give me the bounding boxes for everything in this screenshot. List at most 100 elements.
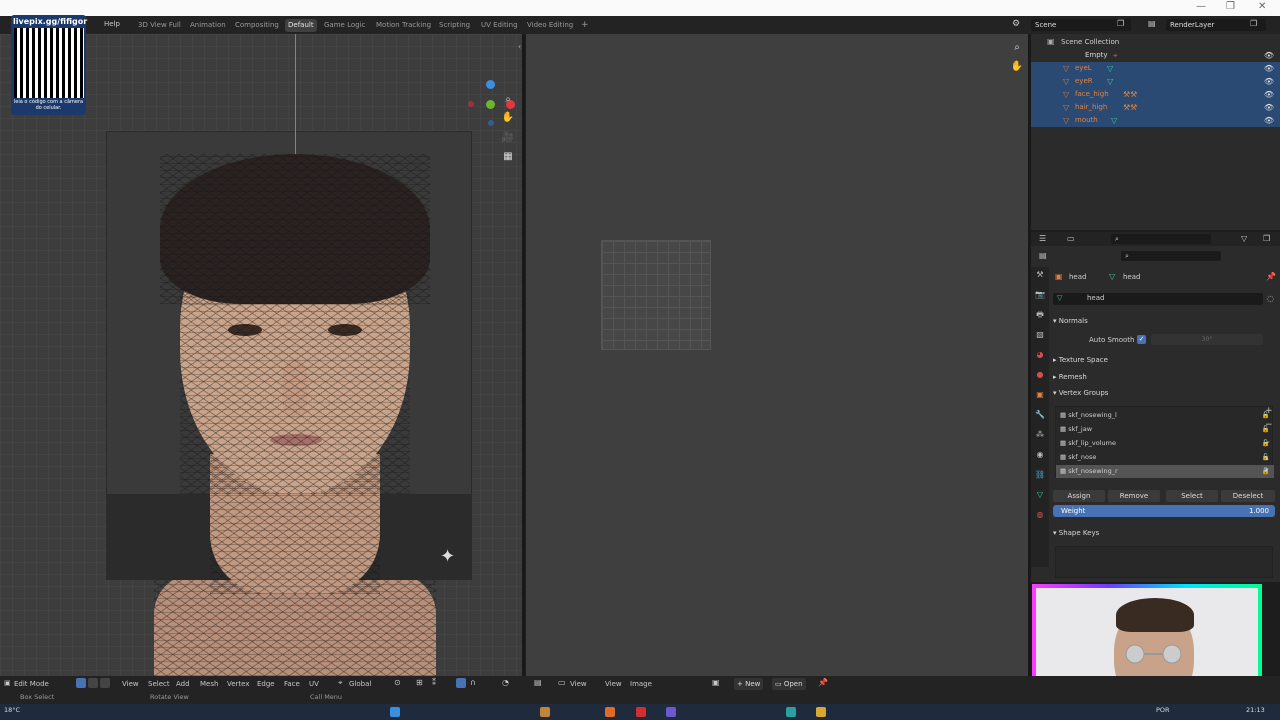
menu-help[interactable]: Help — [104, 20, 120, 28]
neg-z-axis-dot[interactable] — [488, 120, 494, 126]
ie-menu-image[interactable]: Image — [630, 679, 652, 689]
pan-hand-icon[interactable]: ✋ — [501, 111, 515, 125]
view-type-icon[interactable]: ▭ — [558, 678, 566, 687]
perspective-grid-icon[interactable]: ▦ — [501, 150, 515, 164]
menu-uv[interactable]: UV — [309, 679, 319, 689]
maximize-button[interactable]: ❐ — [1226, 1, 1235, 12]
zoom-icon[interactable]: ⌕ — [1010, 42, 1024, 56]
menu-view[interactable]: View — [122, 679, 139, 689]
pin-icon[interactable]: 📌 — [818, 678, 828, 687]
visibility-eye-icon[interactable]: 👁 — [1264, 62, 1274, 75]
app-icon[interactable] — [540, 707, 550, 717]
new-image-button[interactable]: + New — [734, 678, 764, 690]
proportional-edit-icon[interactable] — [456, 678, 466, 688]
pivot-icon[interactable]: ⊙ — [394, 678, 401, 687]
editor-type-icon[interactable]: ☰ — [1039, 234, 1046, 243]
modifier-tab-icon[interactable]: 🔧 — [1034, 409, 1046, 421]
tab-compositing[interactable]: Compositing — [232, 19, 282, 32]
auto-smooth-angle-field[interactable]: 30° — [1151, 334, 1263, 345]
move-down-icon[interactable]: ▾ — [1265, 466, 1269, 474]
camera-view-icon[interactable]: 🎥 — [501, 131, 515, 145]
neg-x-axis-dot[interactable] — [468, 101, 474, 107]
menu-edge[interactable]: Edge — [257, 679, 275, 689]
panel-remesh[interactable]: ▸ Remesh — [1053, 370, 1278, 384]
image-browse-icon[interactable]: ▣ — [712, 678, 720, 687]
snap-icon[interactable]: ⊞ — [416, 678, 423, 687]
menu-face[interactable]: Face — [284, 679, 300, 689]
visibility-eye-icon[interactable]: 👁 — [1264, 114, 1274, 127]
panel-vertex-groups[interactable]: ▾ Vertex Groups — [1053, 386, 1278, 400]
chevron-down-icon[interactable]: ⌄ — [1265, 437, 1271, 445]
auto-smooth-checkbox[interactable]: ✓ — [1137, 335, 1146, 344]
zoom-icon[interactable]: ⌕ — [501, 93, 515, 107]
snap-target-icon[interactable]: ⁑ — [432, 678, 436, 687]
app-icon[interactable] — [786, 707, 796, 717]
world-tab-icon[interactable]: ● — [1034, 369, 1046, 381]
weight-slider[interactable]: Weight 1.000 — [1053, 505, 1275, 517]
y-axis-dot[interactable] — [486, 100, 495, 109]
visibility-eye-icon[interactable]: 👁 — [1264, 49, 1274, 62]
menu-add[interactable]: Add — [176, 679, 190, 689]
outliner-row-eyeR[interactable]: ▽ eyeR ▽ 👁 — [1031, 75, 1280, 88]
close-button[interactable]: ✕ — [1258, 1, 1266, 12]
panel-texture-space[interactable]: ▸ Texture Space — [1053, 353, 1278, 367]
panel-normals[interactable]: ▾ Normals — [1053, 314, 1278, 328]
outliner[interactable]: ▣ Scene Collection Empty ⌖ 👁 ▽ eyeL ▽ 👁 … — [1031, 34, 1280, 230]
vertex-select-icon[interactable] — [76, 678, 86, 688]
editor-type-icon[interactable]: ▤ — [1039, 251, 1047, 260]
add-workspace-button[interactable]: + — [578, 19, 592, 32]
data-name-field[interactable]: ▽ head — [1053, 293, 1263, 305]
outliner-row-eyeL[interactable]: ▽ eyeL ▽ 👁 — [1031, 62, 1280, 75]
blender-app-icon[interactable] — [605, 707, 615, 717]
constraints-tab-icon[interactable]: ⛓ — [1034, 469, 1046, 481]
tab-game-logic[interactable]: Game Logic — [321, 19, 368, 32]
tab-3d-view-full[interactable]: 3D View Full — [135, 19, 184, 32]
edge-select-icon[interactable] — [88, 678, 98, 688]
list-item[interactable]: ▦ skf_nosewing_l 🔓 — [1056, 409, 1274, 422]
data-tab-icon[interactable]: ▽ — [1034, 489, 1046, 501]
vertex-group-list[interactable]: ▦ skf_nosewing_l 🔓 ▦ skf_jaw 🔓 ▦ skf_lip_v… — [1055, 406, 1274, 478]
new-collection-icon[interactable]: ❐ — [1263, 234, 1270, 243]
start-menu-icon[interactable] — [390, 707, 400, 717]
head-mesh[interactable] — [106, 154, 472, 676]
image-editor-type-icon[interactable]: ▤ — [534, 678, 542, 687]
tab-default[interactable]: Default — [285, 19, 317, 32]
clock[interactable]: 21:13 — [1246, 706, 1265, 714]
add-vertex-group-button[interactable]: + — [1265, 406, 1273, 416]
menu-vertex[interactable]: Vertex — [227, 679, 250, 689]
properties-editor[interactable]: ☰ ▭ ⌕ ▽ ❐ ▤ ⌕ ⚒ 📷 🖶 ▧ ◕ ● ▣ 🔧 ⁂ ◉ ⛓ ▽ ◍ … — [1031, 232, 1280, 582]
tool-tab-icon[interactable]: ⚒ — [1034, 269, 1046, 281]
move-up-icon[interactable]: ▴ — [1265, 454, 1269, 462]
minimize-button[interactable]: — — [1196, 1, 1206, 12]
face-select-icon[interactable] — [100, 678, 110, 688]
z-axis-dot[interactable] — [486, 80, 495, 89]
ie-menu-view[interactable]: View — [570, 679, 587, 689]
tab-scripting[interactable]: Scripting — [436, 19, 473, 32]
deselect-button[interactable]: Deselect — [1221, 490, 1275, 502]
file-explorer-icon[interactable] — [816, 707, 826, 717]
visibility-eye-icon[interactable]: 👁 — [1264, 88, 1274, 101]
scene-tab-icon[interactable]: ◕ — [1034, 349, 1046, 361]
falloff-icon[interactable]: ∩ — [470, 678, 476, 687]
visibility-eye-icon[interactable]: 👁 — [1264, 75, 1274, 88]
select-button[interactable]: Select — [1166, 490, 1218, 502]
pan-hand-icon[interactable]: ✋ — [1010, 61, 1024, 75]
tab-uv-editing[interactable]: UV Editing — [478, 19, 521, 32]
output-tab-icon[interactable]: 🖶 — [1034, 309, 1046, 321]
outliner-search-input[interactable]: ⌕ — [1111, 234, 1211, 244]
physics-tab-icon[interactable]: ◉ — [1034, 449, 1046, 461]
outliner-row-mouth[interactable]: ▽ mouth ▽ 👁 — [1031, 114, 1280, 127]
tab-video-editing[interactable]: Video Editing — [524, 19, 576, 32]
properties-search-input[interactable]: ⌕ — [1121, 251, 1221, 261]
panel-shape-keys[interactable]: ▾ Shape Keys — [1053, 526, 1278, 540]
scene-icon[interactable]: ⚙ — [1012, 19, 1020, 29]
image-editor[interactable]: ⌕ ✋ — [526, 34, 1028, 676]
scene-field[interactable]: Scene — [1031, 19, 1131, 31]
fake-user-icon[interactable]: ◌ — [1267, 294, 1274, 303]
ie-menu-view-2[interactable]: View — [605, 679, 622, 689]
copy-scene-icon[interactable]: ❐ — [1117, 19, 1124, 28]
particles-tab-icon[interactable]: ⁂ — [1034, 429, 1046, 441]
display-mode-icon[interactable]: ▭ — [1067, 234, 1075, 243]
list-item[interactable]: ▦ skf_lip_volume 🔓 — [1056, 437, 1274, 450]
visibility-eye-icon[interactable]: 👁 — [1264, 101, 1274, 114]
